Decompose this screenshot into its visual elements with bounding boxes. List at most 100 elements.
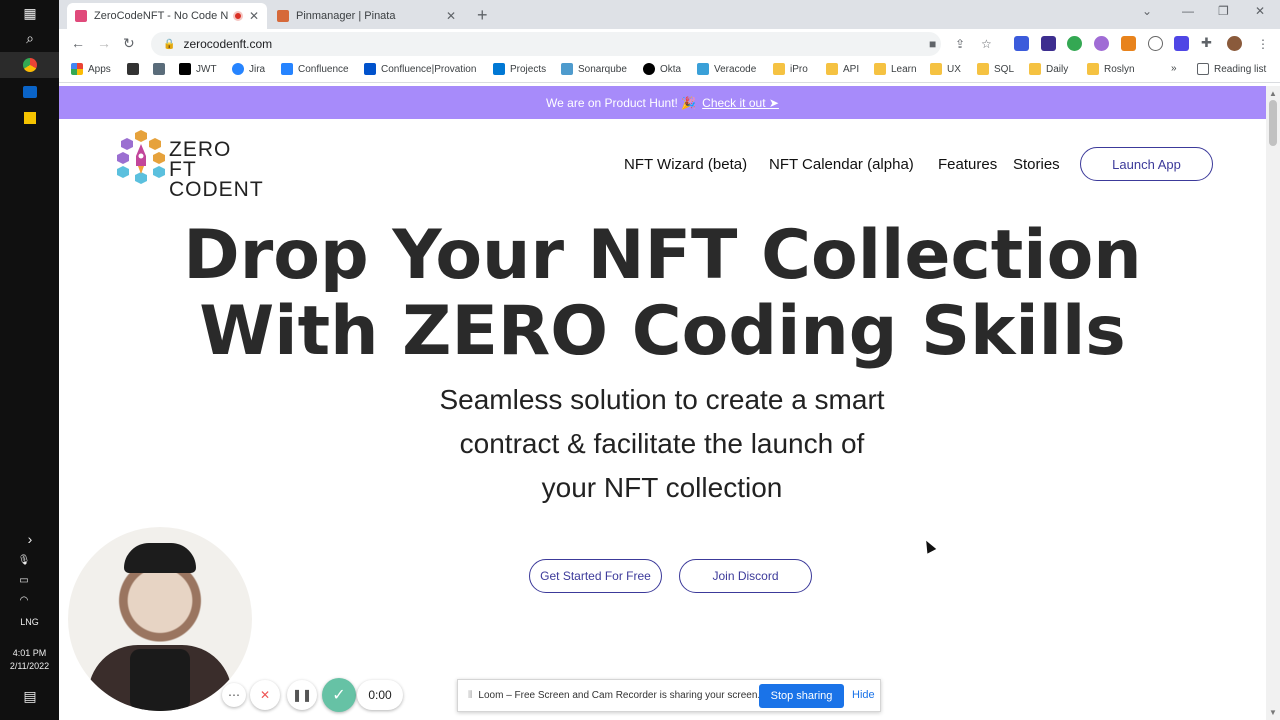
clock-date[interactable]: 2/11/2022 — [0, 660, 59, 672]
outlook-icon[interactable] — [20, 82, 40, 102]
reload-icon[interactable]: ↻ — [123, 35, 135, 52]
forward-icon[interactable]: → — [97, 35, 111, 51]
confluence-icon — [281, 63, 293, 75]
nav-stories[interactable]: Stories — [1013, 156, 1060, 173]
bookmark-apps[interactable]: Apps — [71, 63, 111, 75]
loom-finish-icon[interactable]: ✓ — [322, 678, 356, 712]
bookmark-veracode[interactable]: Veracode — [697, 63, 756, 75]
wifi-icon[interactable]: ◠ — [14, 590, 34, 610]
tab-pinata[interactable]: Pinmanager | Pinata ✕ — [269, 3, 464, 29]
webcam-person-tee — [130, 649, 190, 711]
stop-sharing-button[interactable]: Stop sharing — [759, 684, 844, 708]
loom-cancel-icon[interactable]: ✕ — [250, 680, 280, 710]
bookmark-label: Confluence|Provation — [381, 63, 477, 75]
bookmark-okta[interactable]: Okta — [643, 63, 681, 75]
bookmark-folder-ipro[interactable]: iPro — [773, 63, 808, 75]
bookmark-folder-ux[interactable]: UX — [930, 63, 961, 75]
back-icon[interactable]: ← — [71, 35, 85, 51]
bookmark-label: Confluence — [298, 63, 349, 75]
extensions-puzzle-icon[interactable]: ✚ — [1201, 35, 1212, 51]
bookmark-label: Roslyn — [1104, 63, 1135, 75]
bookmark-confluence-provation[interactable]: Confluence|Provation — [364, 63, 476, 75]
zerocodenft-logo[interactable]: ZERO FT CODENT — [115, 128, 265, 200]
restore-icon[interactable]: ❐ — [1218, 4, 1229, 18]
sticky-notes-icon[interactable] — [20, 108, 40, 128]
bookmark-jwt[interactable]: JWT — [179, 63, 217, 75]
language-indicator[interactable]: LNG — [0, 616, 59, 628]
bookmark-folder-daily[interactable]: Daily — [1029, 63, 1068, 75]
tab-zerocodenft[interactable]: ZeroCodeNFT - No Code NFT ✕ — [67, 3, 267, 29]
address-bar[interactable]: 🔒 zerocodenft.com — [151, 32, 941, 56]
page-scrollbar[interactable]: ▲ ▼ — [1266, 86, 1280, 720]
loom-timer: 0:00 — [357, 680, 403, 710]
bookmark-label: Projects — [510, 63, 547, 75]
bookmark-jenkins[interactable] — [153, 63, 170, 75]
nav-nft-calendar[interactable]: NFT Calendar (alpha) — [769, 156, 914, 173]
bookmark-folder-roslyn[interactable]: Roslyn — [1087, 63, 1135, 75]
bookmark-label: Apps — [88, 63, 111, 75]
close-window-icon[interactable]: ✕ — [1255, 4, 1265, 18]
nav-features[interactable]: Features — [938, 156, 997, 173]
banner-link[interactable]: Check it out ➤ — [702, 96, 779, 110]
jwt-icon — [179, 63, 191, 75]
scroll-up-icon[interactable]: ▲ — [1269, 89, 1277, 98]
bookmark-sonarqube[interactable]: Sonarqube — [561, 63, 627, 75]
atlassian-icon — [364, 63, 376, 75]
bookmark-projects[interactable]: Projects — [493, 63, 546, 75]
bookmark-bracket[interactable] — [127, 63, 144, 75]
azure-devops-icon — [493, 63, 505, 75]
banner-text: We are on Product Hunt! 🎉 — [546, 95, 697, 110]
close-tab-icon[interactable]: ✕ — [249, 9, 259, 23]
extension-flower-icon[interactable] — [1094, 36, 1109, 51]
extension-face-icon[interactable] — [1148, 36, 1163, 51]
tab-search-icon[interactable]: ⌄ — [1142, 4, 1152, 18]
okta-icon — [643, 63, 655, 75]
loom-camera-bubble[interactable] — [68, 527, 252, 711]
tab-title: Pinmanager | Pinata — [296, 10, 396, 22]
browser-menu-icon[interactable]: ⋮ — [1257, 37, 1269, 51]
join-discord-button[interactable]: Join Discord — [679, 559, 812, 593]
hide-button[interactable]: Hide — [852, 689, 875, 701]
camera-icon[interactable]: ■ — [929, 37, 936, 51]
bookmark-confluence[interactable]: Confluence — [281, 63, 349, 75]
scroll-down-icon[interactable]: ▼ — [1269, 708, 1277, 717]
share-icon[interactable]: ⇪ — [955, 37, 965, 51]
loom-pause-icon[interactable]: ❚❚ — [287, 680, 317, 710]
bookmarks-overflow-button[interactable]: » — [1171, 63, 1177, 74]
bookmark-star-icon[interactable]: ☆ — [981, 37, 992, 51]
profile-avatar-icon[interactable] — [1227, 36, 1242, 51]
bookmark-folder-api[interactable]: API — [826, 63, 859, 75]
bookmarks-bar: Apps JWT Jira Confluence Confluence|Prov… — [59, 59, 1280, 83]
new-tab-icon[interactable]: + — [477, 5, 488, 26]
minimize-icon[interactable]: — — [1182, 4, 1194, 18]
nav-nft-wizard[interactable]: NFT Wizard (beta) — [624, 156, 747, 173]
clock-time[interactable]: 4:01 PM — [0, 647, 59, 659]
bookmark-label: Learn — [891, 63, 917, 75]
bookmark-jira[interactable]: Jira — [232, 63, 265, 75]
reading-list-button[interactable]: Reading list — [1197, 63, 1266, 75]
scrollbar-thumb[interactable] — [1269, 100, 1277, 146]
close-tab-icon[interactable]: ✕ — [446, 9, 456, 23]
extension-phone-icon[interactable] — [1067, 36, 1082, 51]
launch-app-button[interactable]: Launch App — [1080, 147, 1213, 181]
bookmark-folder-learn[interactable]: Learn — [874, 63, 917, 75]
chevron-right-icon[interactable]: › — [20, 529, 40, 549]
lock-icon[interactable]: 🔒 — [163, 39, 175, 50]
notifications-icon[interactable]: ▤ — [20, 686, 40, 706]
search-icon[interactable]: ⌕ — [20, 28, 40, 48]
bookmark-label: JWT — [196, 63, 217, 75]
loom-more-icon[interactable]: ⋯ — [222, 683, 246, 707]
battery-icon[interactable]: ▭ — [14, 570, 34, 590]
extension-check-icon[interactable] — [1174, 36, 1189, 51]
bookmark-folder-sql[interactable]: SQL — [977, 63, 1014, 75]
bracket-icon — [127, 63, 139, 75]
chrome-icon[interactable] — [20, 55, 40, 75]
folder-icon — [977, 63, 989, 75]
get-started-button[interactable]: Get Started For Free — [529, 559, 662, 593]
extension-icon[interactable] — [1014, 36, 1029, 51]
metamask-icon[interactable] — [1121, 36, 1136, 51]
extension-calendar-icon[interactable] — [1041, 36, 1056, 51]
microphone-icon[interactable]: 🎙 — [14, 550, 34, 570]
drag-handle-icon[interactable]: ⦀ — [468, 690, 472, 701]
windows-start-icon[interactable]: ▦ — [20, 3, 40, 23]
